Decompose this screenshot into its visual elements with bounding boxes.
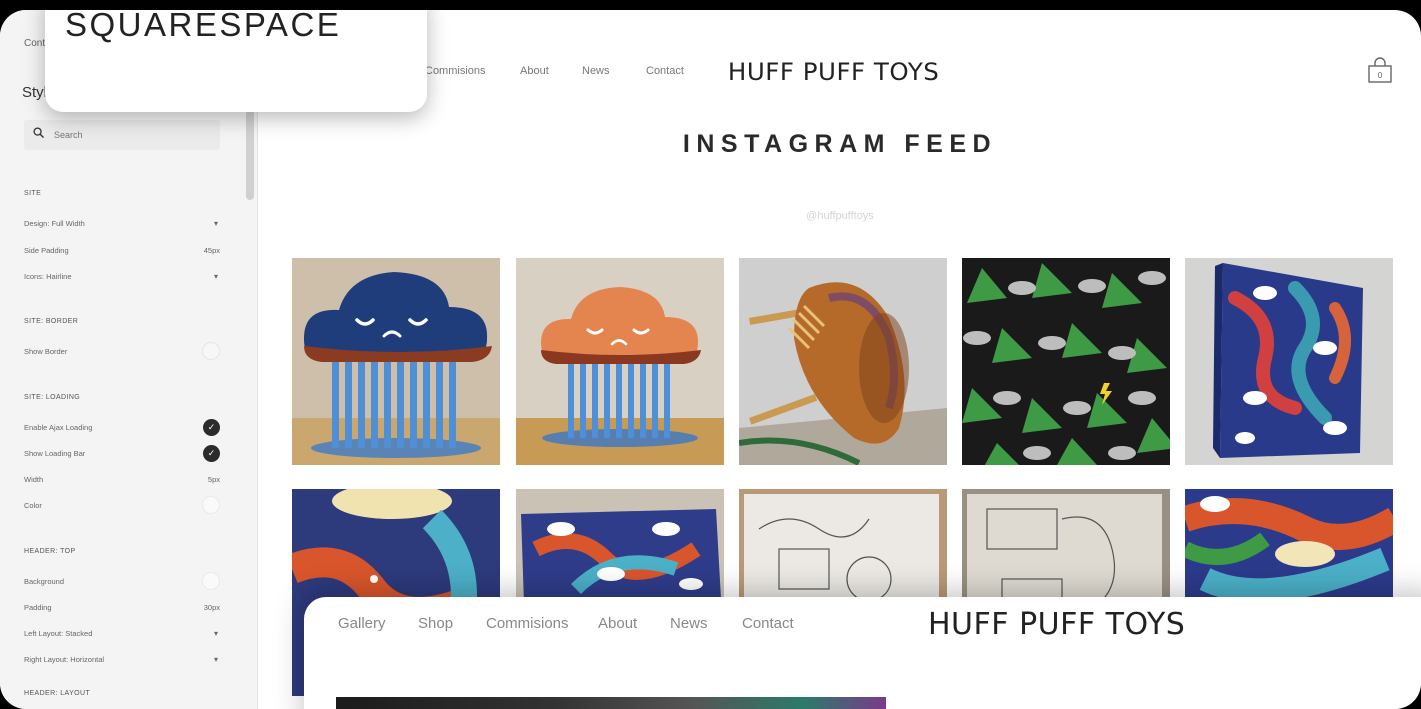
setting-icons[interactable]: Icons: Hairline ▾: [24, 270, 220, 284]
overlay-nav-about[interactable]: About: [598, 615, 637, 632]
nav-link-news[interactable]: News: [582, 65, 610, 77]
setting-design[interactable]: Design: Full Width ▾: [24, 217, 220, 231]
setting-label: Side Padding: [24, 246, 69, 255]
chevron-down-icon[interactable]: ▾: [214, 655, 218, 664]
setting-left-layout[interactable]: Left Layout: Stacked ▾: [24, 627, 220, 641]
color-swatch[interactable]: [202, 572, 220, 590]
border-toggle[interactable]: [202, 342, 220, 360]
squarespace-logo-card: SQUARESPACE: [45, 10, 427, 112]
chevron-down-icon[interactable]: ▾: [214, 629, 218, 638]
setting-right-layout[interactable]: Right Layout: Horizontal ▾: [24, 653, 220, 667]
section-title-header-top: HEADER: TOP: [24, 548, 76, 555]
nav-link-contact[interactable]: Contact: [646, 65, 684, 77]
svg-text:0: 0: [1378, 71, 1383, 80]
setting-label: Left Layout: Stacked: [24, 629, 93, 638]
page-title: INSTAGRAM FEED: [682, 130, 998, 158]
gallery-image-tree-pattern[interactable]: [962, 258, 1170, 465]
setting-show-border[interactable]: Show Border: [24, 342, 220, 360]
shopping-bag-icon[interactable]: 0: [1367, 56, 1393, 84]
setting-label: Color: [24, 501, 42, 510]
section-title-site-loading: SITE: LOADING: [24, 394, 81, 401]
setting-label: Padding: [24, 603, 52, 612]
color-swatch[interactable]: [202, 496, 220, 514]
setting-label: Background: [24, 577, 65, 586]
setting-label: Enable Ajax Loading: [24, 423, 93, 432]
setting-loading-bar[interactable]: Show Loading Bar ✓: [24, 445, 220, 462]
gallery-image-hotdog-character[interactable]: [739, 258, 947, 465]
setting-value[interactable]: 5px: [208, 475, 220, 484]
overlay-nav-news[interactable]: News: [670, 615, 708, 632]
section-title-site-border: SITE: BORDER: [24, 318, 79, 325]
overlay-nav-shop[interactable]: Shop: [418, 615, 453, 632]
setting-label: Right Layout: Horizontal: [24, 655, 105, 664]
style-sidebar: Cont Styles SITE Design: Full Width ▾ Si…: [0, 10, 258, 709]
back-link[interactable]: Cont: [24, 38, 45, 49]
section-title-site: SITE: [24, 190, 42, 197]
setting-label: Width: [24, 475, 44, 484]
sidebar-scrollbar[interactable]: [246, 110, 254, 200]
setting-label: Design: Full Width: [24, 219, 85, 228]
nav-link-about[interactable]: About: [520, 65, 549, 77]
setting-width[interactable]: Width 5px: [24, 473, 220, 487]
setting-background[interactable]: Background: [24, 572, 220, 590]
setting-label: Show Loading Bar: [24, 449, 86, 458]
instagram-handle-link[interactable]: @huffpufftoys: [770, 210, 910, 222]
check-icon[interactable]: ✓: [203, 445, 220, 462]
overlay-site-preview: Gallery Shop Commisions About News Conta…: [304, 597, 1421, 709]
setting-value[interactable]: 30px: [204, 603, 220, 612]
search-icon: [33, 127, 44, 138]
setting-label: Icons: Hairline: [24, 272, 72, 281]
search-input[interactable]: [54, 127, 204, 143]
gallery-image-blue-mural[interactable]: [1185, 258, 1393, 465]
setting-padding[interactable]: Padding 30px: [24, 601, 220, 615]
site-brand-logo[interactable]: HUFF PUFF TOYS: [728, 58, 939, 86]
section-title-header-layout: HEADER: LAYOUT: [24, 690, 91, 697]
nav-link-commisions[interactable]: Commisions: [425, 65, 486, 77]
setting-color[interactable]: Color: [24, 496, 220, 514]
overlay-nav-gallery[interactable]: Gallery: [338, 615, 386, 632]
style-search[interactable]: [24, 120, 220, 150]
squarespace-logo: SQUARESPACE: [65, 10, 342, 43]
setting-side-padding[interactable]: Side Padding 45px: [24, 244, 220, 258]
overlay-nav-commisions[interactable]: Commisions: [486, 615, 569, 632]
setting-label: Show Border: [24, 347, 68, 356]
setting-ajax-loading[interactable]: Enable Ajax Loading ✓: [24, 419, 220, 436]
chevron-down-icon[interactable]: ▾: [214, 219, 218, 228]
overlay-brand-logo[interactable]: HUFF PUFF TOYS: [928, 607, 1185, 642]
setting-value[interactable]: 45px: [204, 246, 220, 255]
check-icon[interactable]: ✓: [203, 419, 220, 436]
overlay-nav-contact[interactable]: Contact: [742, 615, 794, 632]
overlay-hero-image: [336, 697, 886, 709]
gallery-image-orange-cloud[interactable]: [516, 258, 724, 465]
gallery-image-navy-cloud[interactable]: [292, 258, 500, 465]
chevron-down-icon[interactable]: ▾: [214, 272, 218, 281]
editor-window: Cont Styles SITE Design: Full Width ▾ Si…: [0, 10, 1421, 709]
